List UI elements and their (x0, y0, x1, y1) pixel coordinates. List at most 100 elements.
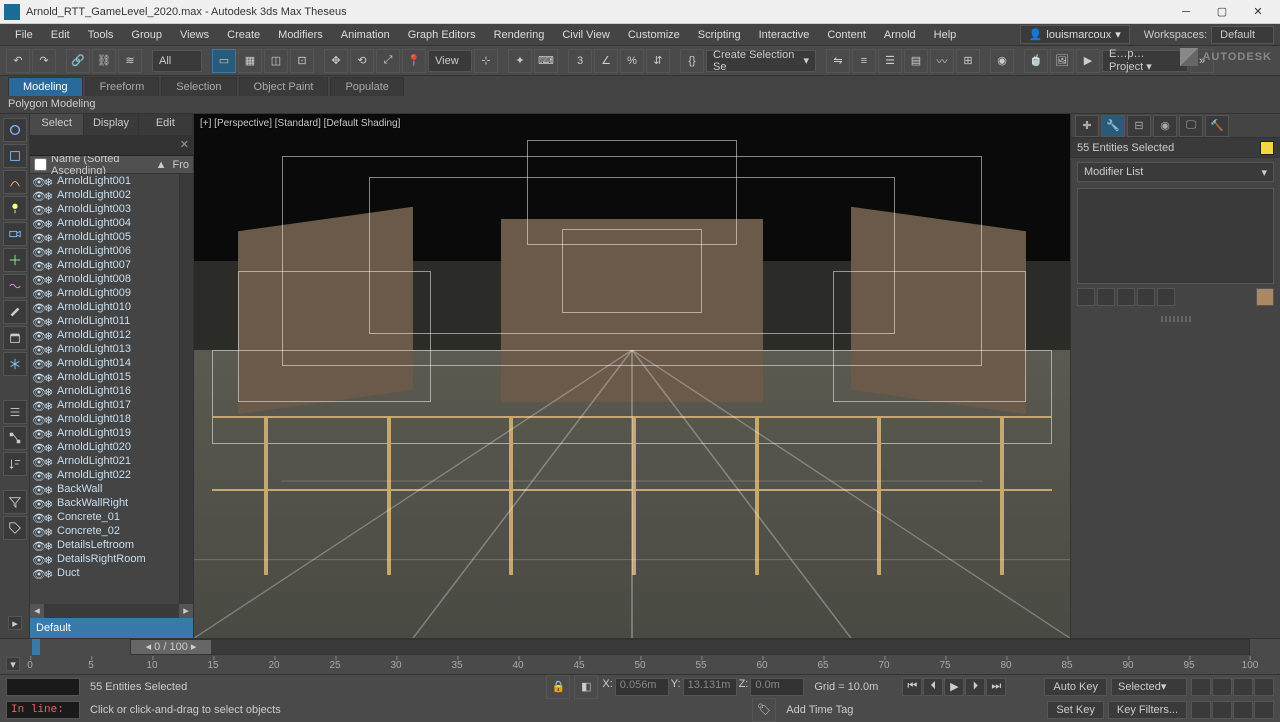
scene-item[interactable]: 👁❄ArnoldLight008 (30, 272, 179, 286)
time-marker[interactable] (32, 639, 40, 655)
visibility-icon[interactable]: 👁 (32, 456, 42, 466)
visibility-icon[interactable]: 👁 (32, 526, 42, 536)
modifier-stack[interactable] (1077, 188, 1274, 284)
freeze-icon[interactable]: ❄ (44, 344, 54, 354)
display-containers-button[interactable] (3, 326, 27, 350)
freeze-icon[interactable]: ❄ (44, 288, 54, 298)
scene-item[interactable]: 👁❄ArnoldLight022 (30, 468, 179, 482)
selection-filter[interactable]: All (152, 50, 202, 72)
pan-view-button[interactable] (1191, 678, 1211, 696)
mini-curve-editor-button[interactable]: ▾ (6, 657, 20, 671)
maxscript-listener[interactable] (6, 678, 80, 696)
freeze-icon[interactable]: ❄ (44, 316, 54, 326)
visibility-icon[interactable]: 👁 (32, 204, 42, 214)
ref-coord-system[interactable]: View (428, 50, 472, 72)
utilities-tab[interactable]: 🔨 (1205, 115, 1229, 137)
visibility-icon[interactable]: 👁 (32, 232, 42, 242)
z-coord-input[interactable]: 0.0m (750, 678, 804, 696)
render-frame-button[interactable]: 🖼 (1050, 49, 1074, 73)
visibility-icon[interactable]: 👁 (32, 372, 42, 382)
time-tag-button[interactable]: 🏷 (752, 698, 776, 722)
create-tab[interactable]: ✚ (1075, 115, 1099, 137)
scene-tab-display[interactable]: Display (84, 114, 138, 135)
visibility-icon[interactable]: 👁 (32, 190, 42, 200)
visibility-icon[interactable]: 👁 (32, 428, 42, 438)
visibility-icon[interactable]: 👁 (32, 358, 42, 368)
scene-item[interactable]: 👁❄BackWall (30, 482, 179, 496)
freeze-icon[interactable]: ❄ (44, 414, 54, 424)
visibility-icon[interactable]: 👁 (32, 316, 42, 326)
sort-button[interactable] (3, 452, 27, 476)
scene-item[interactable]: 👁❄ArnoldLight019 (30, 426, 179, 440)
scene-item[interactable]: 👁❄ArnoldLight002 (30, 188, 179, 202)
prev-frame-button[interactable]: ⏴ (923, 678, 943, 696)
render-setup-button[interactable]: 🍵 (1024, 49, 1048, 73)
layer-default[interactable]: Default (30, 618, 193, 638)
snap-toggle-button[interactable]: 3 (568, 49, 592, 73)
menu-interactive[interactable]: Interactive (750, 26, 819, 44)
redo-button[interactable]: ↷ (32, 49, 56, 73)
material-editor-button[interactable]: ◉ (990, 49, 1014, 73)
placement-button[interactable]: 📍 (402, 49, 426, 73)
close-button[interactable]: ✕ (1240, 1, 1276, 23)
freeze-icon[interactable]: ❄ (44, 358, 54, 368)
user-account[interactable]: 👤 louismarcoux ▾ (1020, 25, 1130, 44)
visibility-icon[interactable]: 👁 (32, 288, 42, 298)
menu-tools[interactable]: Tools (79, 26, 123, 44)
visibility-icon[interactable]: 👁 (32, 386, 42, 396)
unlink-button[interactable]: ⛓ (92, 49, 116, 73)
display-frozen-button[interactable] (3, 352, 27, 376)
visibility-icon[interactable]: 👁 (32, 274, 42, 284)
render-button[interactable]: ▶ (1076, 49, 1100, 73)
scene-item[interactable]: 👁❄ArnoldLight020 (30, 440, 179, 454)
layer-explorer-button[interactable]: ☰ (878, 49, 902, 73)
scene-item[interactable]: 👁❄ArnoldLight014 (30, 356, 179, 370)
ribbon-tab-freeform[interactable]: Freeform (85, 77, 160, 96)
visibility-icon[interactable]: 👁 (32, 176, 42, 186)
menu-edit[interactable]: Edit (42, 26, 79, 44)
goto-end-button[interactable]: ⏭ (986, 678, 1006, 696)
display-cameras-button[interactable] (3, 222, 27, 246)
visibility-icon[interactable]: 👁 (32, 400, 42, 410)
freeze-icon[interactable]: ❄ (44, 442, 54, 452)
scene-item[interactable]: 👁❄Concrete_02 (30, 524, 179, 538)
scene-item[interactable]: 👁❄ArnoldLight003 (30, 202, 179, 216)
clear-search-icon[interactable]: ✕ (180, 138, 189, 151)
freeze-icon[interactable]: ❄ (44, 176, 54, 186)
toggle-ribbon-button[interactable]: ▤ (904, 49, 928, 73)
zoom-button[interactable] (1212, 678, 1232, 696)
freeze-icon[interactable]: ❄ (44, 274, 54, 284)
scene-column-header[interactable]: Name (Sorted Ascending) ▲ Fro (30, 156, 193, 174)
scene-item[interactable]: 👁❄ArnoldLight009 (30, 286, 179, 300)
menu-content[interactable]: Content (818, 26, 875, 44)
rotate-button[interactable]: ⟲ (350, 49, 374, 73)
display-geometry-button[interactable] (3, 144, 27, 168)
menu-grapheditors[interactable]: Graph Editors (399, 26, 485, 44)
freeze-icon[interactable]: ❄ (44, 470, 54, 480)
freeze-icon[interactable]: ❄ (44, 568, 54, 578)
workspace-selector[interactable]: Default (1211, 26, 1274, 44)
modify-tab[interactable]: 🔧 (1101, 115, 1125, 137)
freeze-icon[interactable]: ❄ (44, 484, 54, 494)
scene-item[interactable]: 👁❄ArnoldLight012 (30, 328, 179, 342)
freeze-icon[interactable]: ❄ (44, 246, 54, 256)
visibility-icon[interactable]: 👁 (32, 330, 42, 340)
spinner-snap-button[interactable]: ⇵ (646, 49, 670, 73)
scene-item[interactable]: 👁❄ArnoldLight004 (30, 216, 179, 230)
schematic-view-button[interactable]: ⊞ (956, 49, 980, 73)
expand-track-bar-button[interactable]: ▸ (8, 616, 22, 630)
add-time-tag[interactable]: Add Time Tag (780, 701, 859, 719)
menu-animation[interactable]: Animation (332, 26, 399, 44)
pivot-button[interactable]: ⊹ (474, 49, 498, 73)
x-coord-input[interactable]: 0.056m (615, 678, 669, 696)
scene-item[interactable]: 👁❄ArnoldLight010 (30, 300, 179, 314)
hierarchy-tab[interactable]: ⊟ (1127, 115, 1151, 137)
goto-start-button[interactable]: ⏮ (902, 678, 922, 696)
visibility-icon[interactable]: 👁 (32, 512, 42, 522)
visibility-icon[interactable]: 👁 (32, 246, 42, 256)
visibility-icon[interactable]: 👁 (32, 484, 42, 494)
scene-item[interactable]: 👁❄Concrete_01 (30, 510, 179, 524)
menu-file[interactable]: File (6, 26, 42, 44)
modifier-sets-button[interactable] (1256, 288, 1274, 306)
menu-views[interactable]: Views (171, 26, 218, 44)
